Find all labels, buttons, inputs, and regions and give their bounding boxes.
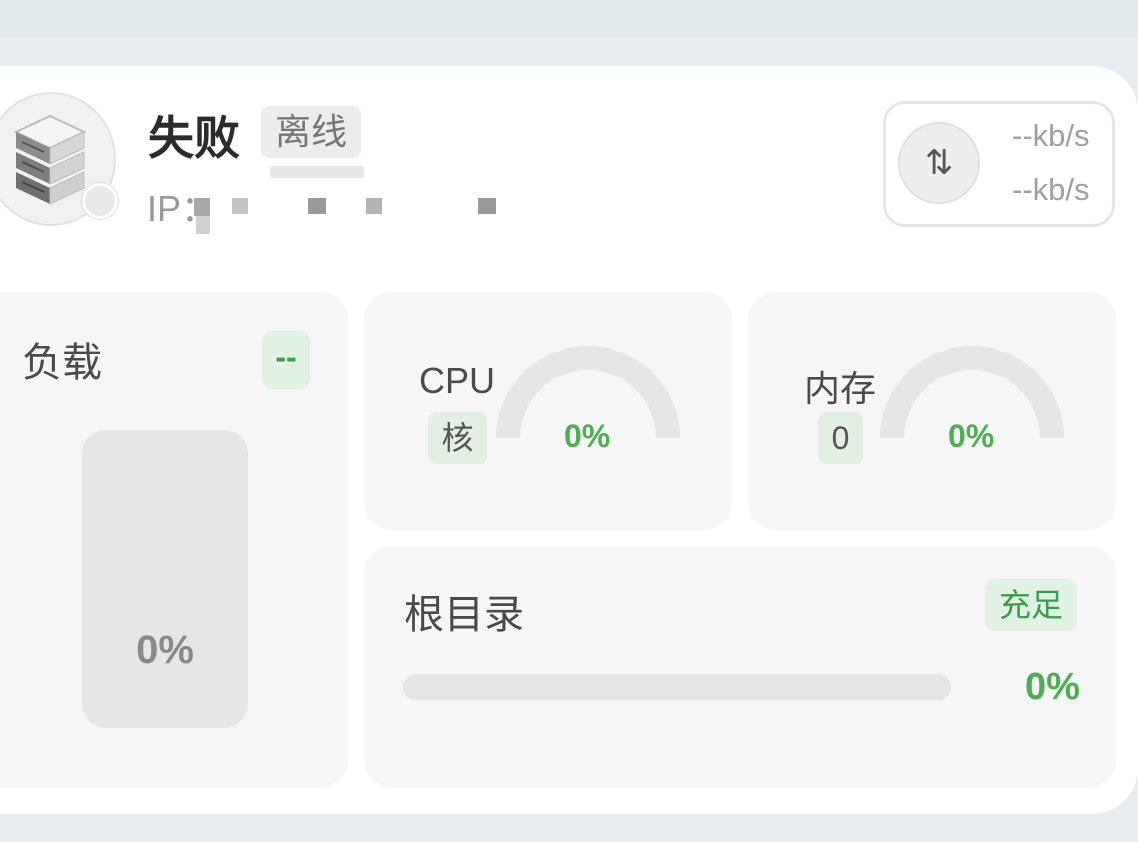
- memory-badge: 0: [818, 412, 863, 464]
- cpu-value: 0%: [564, 418, 611, 454]
- disk-value: 0%: [1025, 666, 1080, 708]
- ip-redacted-block: [478, 198, 496, 214]
- disk-badge: 充足: [985, 579, 1077, 631]
- memory-label: 内存: [804, 368, 877, 409]
- offline-status-dot: [82, 183, 118, 219]
- disk-bar-track: [403, 674, 951, 700]
- up-down-arrows-icon: ⇅: [898, 122, 980, 204]
- load-badge: --: [262, 331, 310, 389]
- status-badge: 离线: [261, 106, 362, 158]
- disk-title: 根目录: [404, 593, 524, 637]
- load-value: 0%: [136, 628, 194, 672]
- upload-speed: --kb/s: [1012, 118, 1090, 153]
- ip-redacted-block: [232, 198, 248, 214]
- load-bar-track: [82, 430, 248, 728]
- cpu-label: CPU: [419, 360, 496, 401]
- ip-redacted-block: [308, 198, 326, 214]
- ip-redacted-block: [196, 216, 210, 234]
- top-strip: [0, 0, 1138, 38]
- download-speed: --kb/s: [1012, 172, 1090, 207]
- cpu-core-badge: 核: [428, 412, 487, 464]
- status-underline: [270, 166, 364, 178]
- ip-redacted-block: [194, 198, 210, 216]
- memory-value: 0%: [948, 418, 995, 454]
- server-name: 失败: [148, 112, 240, 164]
- load-title: 负载: [22, 341, 102, 385]
- ip-redacted-block: [366, 198, 382, 214]
